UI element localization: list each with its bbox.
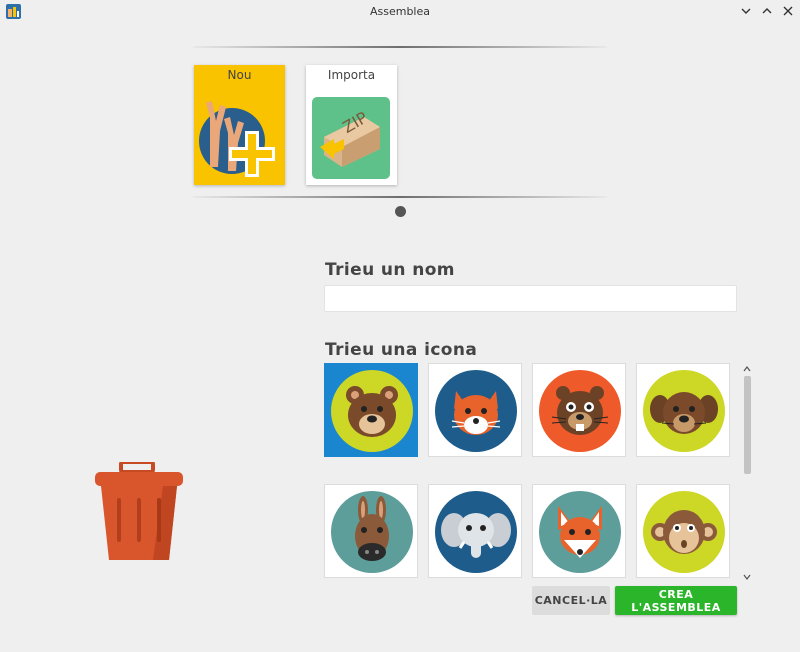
window-title: Assemblea xyxy=(369,5,431,18)
icon-grid xyxy=(324,363,736,579)
title-bar: Assemblea xyxy=(0,0,800,24)
icon-tile-fox[interactable] xyxy=(428,363,522,457)
donkey-icon xyxy=(331,491,413,573)
card-import-label: Importa xyxy=(327,68,376,82)
import-zip-icon: ZIP xyxy=(312,97,390,179)
new-assembly-icon xyxy=(199,101,275,177)
icon-grid-scrollbar[interactable] xyxy=(741,366,753,580)
bear-icon xyxy=(331,370,413,452)
fox-icon xyxy=(435,370,517,452)
name-input[interactable] xyxy=(324,285,737,312)
icon-tile-dog[interactable] xyxy=(636,363,730,457)
name-label: Trieu un nom xyxy=(325,260,455,280)
maximize-button[interactable] xyxy=(759,3,775,19)
chevron-down-icon xyxy=(741,8,751,14)
card-import[interactable]: Importa ZIP xyxy=(306,65,397,185)
minimize-button[interactable] xyxy=(738,3,754,19)
carousel-bottom-divider xyxy=(193,196,607,198)
dog-icon xyxy=(643,370,725,452)
create-assembly-button[interactable]: CREA L'ASSEMBLEA xyxy=(615,586,737,615)
beaver-icon xyxy=(539,370,621,452)
card-new[interactable]: Nou xyxy=(194,65,285,185)
icon-tile-beaver[interactable] xyxy=(532,363,626,457)
icon-tile-bear[interactable] xyxy=(324,363,418,457)
card-new-label: Nou xyxy=(227,68,252,82)
icon-tile-donkey[interactable] xyxy=(324,484,418,578)
scrollbar-thumb[interactable] xyxy=(744,376,751,474)
fox-teal-icon xyxy=(539,491,621,573)
icon-label: Trieu una icona xyxy=(325,340,478,360)
carousel-top-divider xyxy=(193,46,607,48)
carousel-page-indicator[interactable] xyxy=(395,206,406,217)
icon-tile-elephant[interactable] xyxy=(428,484,522,578)
elephant-icon xyxy=(435,491,517,573)
close-button[interactable] xyxy=(780,3,796,19)
monkey-icon xyxy=(643,491,725,573)
icon-tile-monkey[interactable] xyxy=(636,484,730,578)
scroll-up-icon[interactable] xyxy=(743,366,751,372)
trash-icon[interactable] xyxy=(93,462,185,562)
close-icon xyxy=(783,6,793,16)
chevron-up-icon xyxy=(762,8,772,14)
icon-tile-fox-teal[interactable] xyxy=(532,484,626,578)
cancel-button[interactable]: CANCEL·LA xyxy=(532,586,610,615)
scroll-down-icon[interactable] xyxy=(743,574,751,580)
assemblea-window: Assemblea Nou Importa ZIP Trieu un nom T… xyxy=(0,0,800,652)
